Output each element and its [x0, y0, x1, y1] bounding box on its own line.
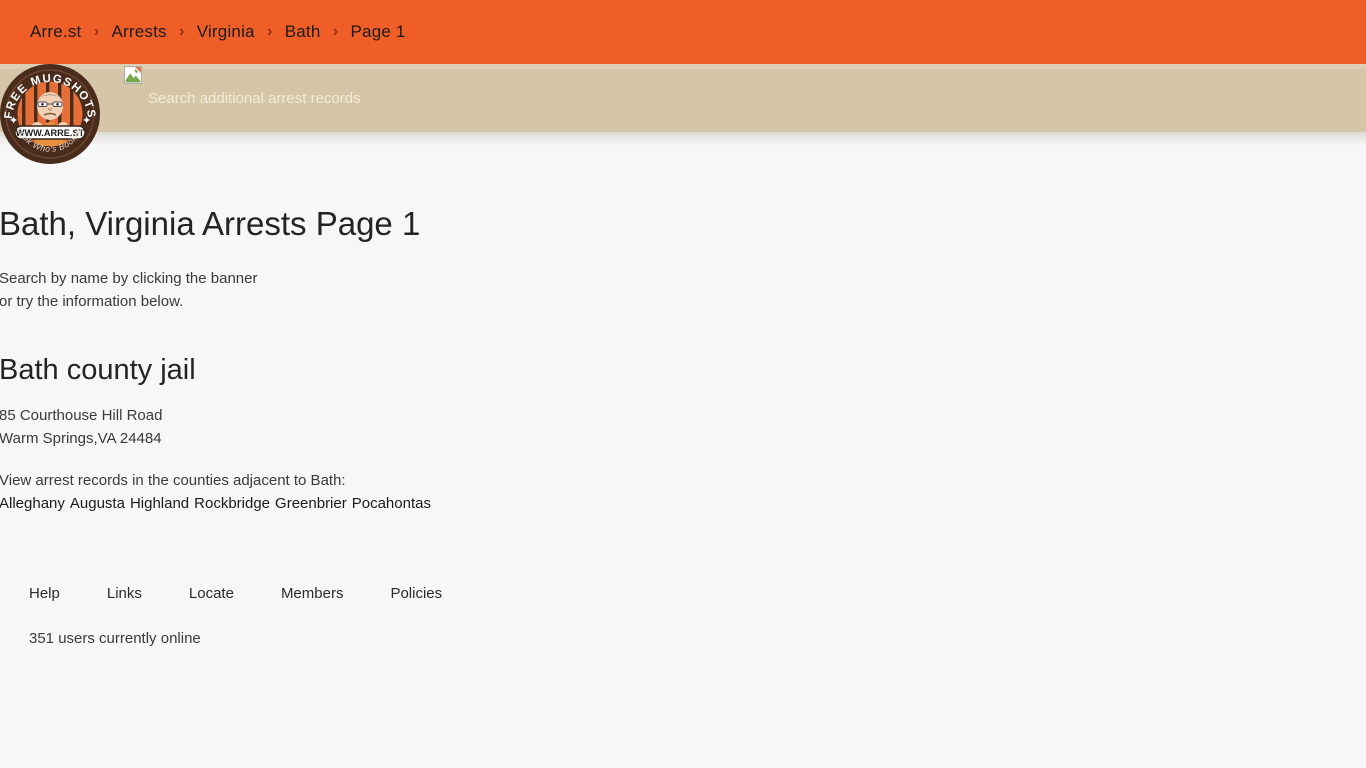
breadcrumb-item-arrest[interactable]: Arre.st [30, 22, 81, 42]
breadcrumb-item-arrests[interactable]: Arrests [111, 22, 166, 42]
jail-address-line-1: 85 Courthouse Hill Road [0, 407, 163, 424]
lead-text-line-2: or try the information below. [0, 293, 184, 310]
footer-link-locate[interactable]: Locate [189, 585, 234, 602]
banner-alt-text: Search additional arrest records [148, 89, 361, 107]
search-additional-records-banner[interactable]: Search additional arrest records [124, 64, 361, 132]
footer-link-links[interactable]: Links [107, 585, 142, 602]
chevron-right-icon: › [267, 23, 273, 40]
adjacent-counties-label: View arrest records in the counties adja… [0, 472, 346, 489]
adjacent-county-rockbridge[interactable]: Rockbridge [194, 495, 270, 512]
adjacent-counties-list: Alleghany Augusta Highland Rockbridge Greenb… [0, 495, 431, 512]
chevron-right-icon: › [179, 23, 185, 40]
site-logo-free-mugshots[interactable]: ✦ ✦ WWW.ARRE.ST FREE MUGSHOTS Look Who's… [0, 62, 102, 166]
lead-text-line-1: Search by name by clicking the banner [0, 270, 258, 287]
breadcrumb: Arre.st › Arrests › Virginia › Bath › Pa… [0, 0, 1366, 64]
footer-link-help[interactable]: Help [29, 585, 60, 602]
adjacent-county-alleghany[interactable]: Alleghany [0, 495, 65, 512]
footer-link-policies[interactable]: Policies [390, 585, 442, 602]
banner-shadow [0, 132, 1366, 146]
jail-name-heading: Bath county jail [0, 354, 196, 386]
jail-address-line-2: Warm Springs,VA 24484 [0, 430, 162, 447]
breadcrumb-item-virginia[interactable]: Virginia [197, 22, 255, 42]
adjacent-county-pocahontas[interactable]: Pocahontas [352, 495, 431, 512]
footer-nav: Help Links Locate Members Policies [29, 585, 442, 602]
adjacent-county-greenbrier[interactable]: Greenbrier [275, 495, 347, 512]
users-online-status: 351 users currently online [29, 630, 201, 647]
chevron-right-icon: › [332, 23, 339, 40]
adjacent-county-augusta[interactable]: Augusta [70, 495, 125, 512]
chevron-right-icon: › [93, 23, 100, 40]
page-title: Bath, Virginia Arrests Page 1 [0, 205, 421, 242]
breadcrumb-item-bath[interactable]: Bath [285, 22, 321, 42]
footer-link-members[interactable]: Members [281, 585, 344, 602]
broken-image-icon [124, 66, 142, 84]
adjacent-county-highland[interactable]: Highland [130, 495, 189, 512]
breadcrumb-item-page-1: Page 1 [350, 22, 406, 41]
